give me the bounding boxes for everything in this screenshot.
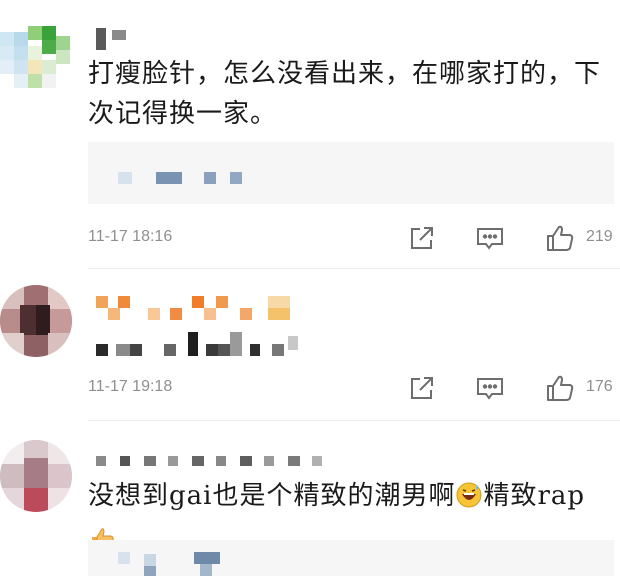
avatar[interactable] (0, 440, 72, 512)
comment-time: 11-17 18:16 (88, 228, 173, 245)
share-icon[interactable] (406, 372, 438, 404)
comment-time: 11-17 19:18 (88, 378, 173, 395)
comment-meta: 11-17 18:16 219 (88, 222, 614, 262)
comment-meta: 11-17 19:18 176 (88, 372, 614, 412)
comment-icon[interactable] (474, 372, 506, 404)
redacted-username-mosaic (96, 456, 322, 466)
quoted-reply-box[interactable] (88, 540, 614, 576)
comment-text: 打瘦脸针，怎么没看出来，在哪家打的，下次记得换一家。 (88, 59, 602, 129)
avatar[interactable] (0, 285, 72, 357)
comment-text-part: 没想到gai也是个精致的潮男啊 (88, 481, 456, 511)
username-redacted[interactable] (96, 294, 296, 324)
divider (88, 420, 620, 421)
redacted-quote-mosaic (118, 552, 220, 576)
redacted-username-mosaic (96, 296, 290, 320)
comment-icon[interactable] (474, 222, 506, 254)
share-icon[interactable] (406, 222, 438, 254)
divider (88, 268, 620, 269)
avatar[interactable] (0, 22, 72, 94)
comment-text-part: 精致rap (483, 481, 586, 511)
redacted-quote-mosaic (118, 172, 242, 184)
like-count: 219 (586, 228, 613, 245)
pixelated-avatar-image (0, 22, 72, 94)
comment-text-redacted (88, 326, 613, 366)
redacted-username-mosaic (96, 28, 126, 50)
quoted-reply-box[interactable] (88, 142, 614, 204)
pixelated-avatar-image (0, 285, 72, 357)
like-count: 176 (586, 378, 613, 395)
pixelated-avatar-image (0, 440, 72, 512)
grinning-sweat-emoji (456, 480, 482, 520)
username-redacted[interactable] (96, 28, 136, 50)
username-redacted[interactable] (96, 452, 336, 470)
thumbs-up-icon[interactable] (544, 222, 576, 254)
redacted-text-mosaic (96, 332, 298, 356)
thumbs-up-icon[interactable] (544, 372, 576, 404)
